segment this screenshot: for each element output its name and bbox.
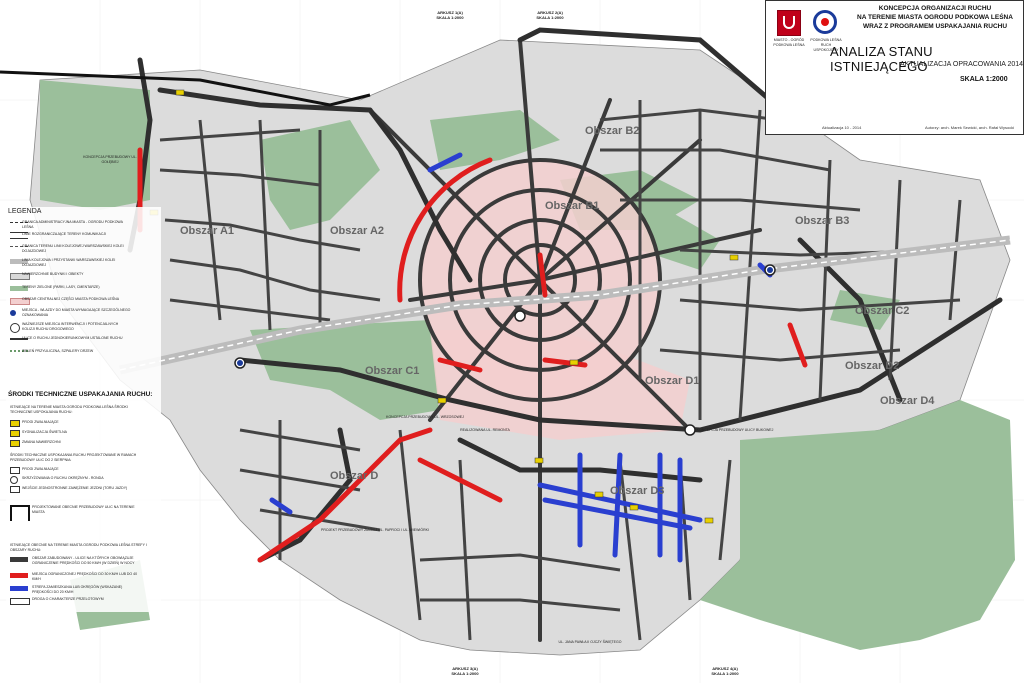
zone-label-b3: Obszar B3 xyxy=(795,215,850,227)
traffic-light-icon xyxy=(10,430,20,437)
title-line-3: WRAZ Z PROGRAMEM USPAKAJANIA RUCHU xyxy=(862,23,1008,30)
annotation-golebia: KONCEPCJA PRZEBUDOWY UL. GOŁĘBIEJ xyxy=(83,155,137,164)
traffic-calming-sign-icon xyxy=(813,10,837,34)
legend-zone-50: OBSZAR ZABUDOWANY - ULICE NA KTÓRYCH OBO… xyxy=(32,556,135,565)
zone-label-c2: Obszar C2 xyxy=(855,305,910,317)
annotation-jana-pawla: UL. JANA PAWŁA II OJCZY ŚWIĘTEGO xyxy=(558,640,622,644)
zone-label-b1: Obszar B1 xyxy=(545,200,600,212)
project-outline-icon xyxy=(10,505,30,521)
legend-item-boundary: GRANICA ADMINISTRACYJNA MIASTA - OGRODU … xyxy=(22,220,123,229)
legend-swatch-conflict xyxy=(10,323,20,333)
logo1-caption: MIASTO - OGRÓD PODKOWA LEŚNA xyxy=(773,38,805,47)
legend-title: LEGENDA xyxy=(8,208,42,215)
date-note: Aktualizacja 10 - 2014 xyxy=(822,125,862,130)
legend-swatch-entry xyxy=(10,310,16,316)
sheet-label-top-2: ARKUSZ 2(A) SKALA 1:2000 xyxy=(536,10,564,20)
legend-item-road-lines: LINIE ROZGRANICZAJĄCE TERENY KOMUNIKACJI xyxy=(22,232,107,236)
annotation-remonta: REALIZOWANA UL. REMONTA xyxy=(460,428,510,432)
legend-planned-roundabouts: SKRZYŻOWANIA O RUCHU OKRĘŻNYM - RONDA xyxy=(22,476,104,480)
legend-planned-header: ŚRODKI TECHNICZNE USPOKAJANIA RUCHU PROJ… xyxy=(10,453,137,462)
legend-zone-30: MIEJSCA OGRANICZONEJ PRĘDKOŚCI DO 30 KM/… xyxy=(32,572,138,581)
zone-label-a2: Obszar A2 xyxy=(330,225,385,237)
zone-label-d3: Obszar D3 xyxy=(610,485,665,497)
legend-item-oneway: ULICE O RUCHU JEDNOKIERUNKOWYM USTALONE … xyxy=(22,336,123,340)
legend-zone-through: DROGA O CHARAKTERZE PRZELOTOWYM xyxy=(32,597,104,601)
zone-label-d2: Obszar D2 xyxy=(845,360,900,372)
zone-label-a1: Obszar A1 xyxy=(180,225,235,237)
legend-item-trees: ZIELEŃ PRZYULICZNA, SZPALERY DRZEW xyxy=(22,349,94,353)
annotation-bukowa: KONCEPCJA PRZEBUDOWY ULICY BUKOWEJ xyxy=(696,428,774,432)
legend-planned-narrowing: WEJŚCIE JEDNOSTRONNE ZAWĘŻENIE JEZDNI (T… xyxy=(22,486,128,490)
legend-bottom-header: ISTNIEJĄCE OBECNIE NA TERENIE MIASTA OGR… xyxy=(10,543,147,552)
legend-zone-20: STREFA ZAMIESZKANIA LUB OKRĘGÓW (WSKAZAN… xyxy=(32,585,123,594)
zone-label-d4: Obszar D4 xyxy=(880,395,935,407)
legend-measures-header: ISTNIEJĄCE NA TERENIE MIASTA OGRODU PODK… xyxy=(10,405,128,414)
legend-item-center: OBSZAR CENTRALNEJ CZĘŚCI MIASTA PODKOWA … xyxy=(22,297,120,301)
legend-measure-bumps: PROGI ZWALNIAJĄCE xyxy=(22,420,59,424)
title-line-1: KONCEPCJA ORGANIZACJI RUCHU xyxy=(878,5,992,12)
zone-label-d1: Obszar D1 xyxy=(645,375,700,387)
legend-measure-signals: SYGNALIZACJA ŚWIETLNA xyxy=(22,430,67,434)
planned-bump-icon xyxy=(10,467,20,474)
surface-change-icon xyxy=(10,440,20,447)
legend-item-rail-boundary: GRANICA TERENU LINII KOLEJOWEJ WARSZAWSK… xyxy=(22,244,124,253)
legend-swatch-zone-30 xyxy=(10,573,28,578)
legend-item-green: TERENY ZIELONE (PARKI, LASY, CMENTARZE) xyxy=(22,285,100,289)
author-note: Autorzy: arch. Marek Sewicki, arch. Rafa… xyxy=(925,125,1015,130)
zone-label-c1: Obszar C1 xyxy=(365,365,420,377)
section-title-calming: ŚRODKI TECHNICZNE USPAKAJANIA RUCHU: xyxy=(8,391,153,398)
title-line-2: NA TERENIE MIASTA OGRODU PODKOWA LEŚNA xyxy=(857,14,1013,21)
sheet-label-top-1: ARKUSZ 1(A) SKALA 1:2000 xyxy=(436,10,464,20)
legend-item-rail: LINIA KOLEJOWA I PRZYSTANKI WARSZAWSKIEJ… xyxy=(22,258,116,267)
legend-swatch-zone-50 xyxy=(10,557,28,562)
speed-bump-icon xyxy=(10,420,20,427)
page-title: ANALIZA STANU ISTNIEJĄCEGO xyxy=(830,44,933,74)
podkowa-horseshoe-crest-icon xyxy=(777,10,801,36)
roundabout-icon xyxy=(10,476,18,484)
legend-item-buildings: NAWIERZCHNIE BUDYNKI I OBIEKTY xyxy=(22,272,84,276)
legend-project-note: PROJEKTOWANE OBECNIE PRZEBUDOWY ULIC NA … xyxy=(32,505,135,514)
zone-label-b2: Obszar B2 xyxy=(585,125,640,137)
sheet-label-bottom-1: ARKUSZ 3(A) SKALA 1:2000 xyxy=(451,666,479,676)
legend-swatch-zone-20 xyxy=(10,586,28,591)
legend-item-entry: MIEJSCA - WLAZDY DO MIASTA WYMAGAJĄCE SZ… xyxy=(22,308,131,317)
page-subtitle: AKTUALIZACJA OPRACOWANIA 2014 xyxy=(900,61,1024,68)
legend-measure-surface: ZMIANA NAWIERZCHNI xyxy=(22,440,61,444)
annotation-wrzosowa: KONCEPCJA PRZEBUDOWY UL. WRZOSOWEJ xyxy=(386,415,464,419)
scale-label: SKALA 1:2000 xyxy=(960,76,1008,83)
sheet-label-bottom-2: ARKUSZ 4(A) SKALA 1:2000 xyxy=(711,666,739,676)
zone-label-d: Obszar D xyxy=(330,470,379,482)
legend-item-conflict: WAŻNIEJSZE MIEJSCA INTERWENCJI I POTENCJ… xyxy=(22,322,119,331)
title-lines: KONCEPCJA ORGANIZACJI RUCHU NA TERENIE M… xyxy=(850,4,1020,31)
narrowing-icon xyxy=(10,486,20,493)
legend-planned-bumps: PROGI ZWALNIAJĄCE xyxy=(22,467,59,471)
annotation-paproci: PROJEKT PRZEBUDOWY ZIAGIEJ UL. PAPROCI I… xyxy=(321,528,429,532)
legend-swatch-through xyxy=(10,598,30,605)
